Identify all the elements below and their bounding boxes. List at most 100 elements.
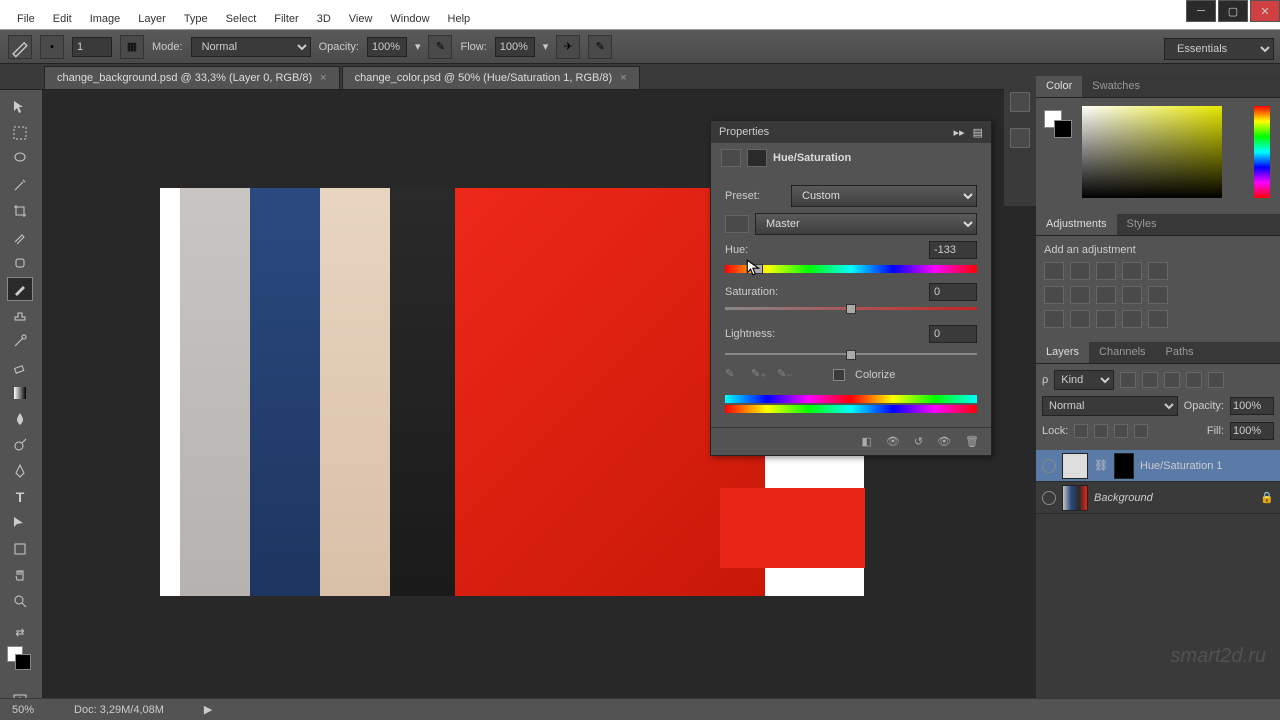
zoom-level[interactable]: 50% (12, 704, 34, 716)
flow-field[interactable] (495, 37, 535, 57)
shape-tool[interactable] (7, 537, 33, 561)
type-tool[interactable]: T (7, 485, 33, 509)
layer-row[interactable]: Background 🔒 (1036, 482, 1280, 514)
brightness-icon[interactable] (1044, 262, 1064, 280)
hue-sat-icon[interactable] (1044, 286, 1064, 304)
workspace-select[interactable]: Essentials (1164, 38, 1274, 60)
brush-panel-icon[interactable]: ▦ (120, 35, 144, 59)
invert-icon[interactable] (1044, 310, 1064, 328)
doc-tab-2[interactable]: change_color.psd @ 50% (Hue/Saturation 1… (342, 66, 640, 89)
saturation-slider[interactable] (725, 307, 977, 317)
threshold-icon[interactable] (1096, 310, 1116, 328)
wand-tool[interactable] (7, 173, 33, 197)
close-icon[interactable]: × (320, 72, 326, 84)
view-previous-icon[interactable]: 👁 (886, 435, 900, 448)
layer-name[interactable]: Background (1094, 492, 1153, 504)
path-tool[interactable] (7, 511, 33, 535)
eyedropper-tool[interactable] (7, 225, 33, 249)
toggle-visibility-icon[interactable]: 👁 (937, 435, 951, 448)
color-balance-icon[interactable] (1070, 286, 1090, 304)
airbrush-icon[interactable]: ✈ (556, 35, 580, 59)
brush-size-field[interactable] (72, 37, 112, 57)
vibrance-icon[interactable] (1148, 262, 1168, 280)
color-swatch[interactable] (1044, 110, 1072, 138)
channel-select[interactable]: Master (755, 213, 977, 235)
lock-all-icon[interactable] (1134, 424, 1148, 438)
blur-tool[interactable] (7, 407, 33, 431)
photo-filter-icon[interactable] (1122, 286, 1142, 304)
color-picker[interactable] (1082, 106, 1222, 198)
pressure-opacity-icon[interactable]: ✎ (428, 35, 452, 59)
eraser-tool[interactable] (7, 355, 33, 379)
status-arrow-icon[interactable]: ▶ (204, 703, 212, 716)
dodge-tool[interactable] (7, 433, 33, 457)
filter-adjust-icon[interactable] (1142, 372, 1158, 388)
doc-info[interactable]: Doc: 3,29M/4,08M (74, 704, 164, 716)
tab-styles[interactable]: Styles (1117, 214, 1167, 235)
filter-kind-select[interactable]: Kind (1054, 370, 1114, 390)
lock-transparency-icon[interactable] (1074, 424, 1088, 438)
mask-thumb[interactable] (1114, 453, 1134, 479)
opacity-field[interactable] (367, 37, 407, 57)
lightness-field[interactable] (929, 325, 977, 343)
maximize-button[interactable]: ▢ (1218, 0, 1248, 22)
eyedropper-icon[interactable]: ✎ (725, 367, 741, 383)
posterize-icon[interactable] (1070, 310, 1090, 328)
lightness-slider[interactable] (725, 349, 977, 359)
menu-window[interactable]: Window (381, 11, 438, 27)
tab-layers[interactable]: Layers (1036, 342, 1089, 363)
eyedropper-add-icon[interactable]: ✎₊ (751, 367, 767, 383)
visibility-icon[interactable] (1042, 459, 1056, 473)
clip-icon[interactable]: ◧ (861, 435, 871, 448)
menu-image[interactable]: Image (81, 11, 130, 27)
layer-opacity-field[interactable] (1230, 397, 1274, 415)
bw-icon[interactable] (1096, 286, 1116, 304)
exposure-icon[interactable] (1122, 262, 1142, 280)
menu-file[interactable]: File (8, 11, 44, 27)
close-icon[interactable]: × (620, 72, 626, 84)
pressure-size-icon[interactable]: ✎ (588, 35, 612, 59)
history-icon[interactable] (1010, 92, 1030, 112)
filter-type-icon[interactable] (1164, 372, 1180, 388)
tab-channels[interactable]: Channels (1089, 342, 1155, 363)
swap-colors-icon[interactable]: ⇄ (7, 620, 33, 644)
crop-tool[interactable] (7, 199, 33, 223)
menu-3d[interactable]: 3D (308, 11, 340, 27)
hue-field[interactable] (929, 241, 977, 259)
collapse-icon[interactable]: ▸▸ (954, 126, 965, 139)
close-button[interactable]: ✕ (1250, 0, 1280, 22)
hue-slider[interactable] (725, 265, 977, 275)
brush-tool[interactable] (7, 277, 33, 301)
tab-color[interactable]: Color (1036, 76, 1082, 97)
visibility-icon[interactable] (1042, 491, 1056, 505)
filter-smart-icon[interactable] (1208, 372, 1224, 388)
color-swatches[interactable] (7, 646, 33, 676)
filter-pixel-icon[interactable] (1120, 372, 1136, 388)
menu-type[interactable]: Type (175, 11, 217, 27)
menu-view[interactable]: View (340, 11, 382, 27)
reset-icon[interactable]: ↺ (914, 435, 923, 448)
minimize-button[interactable]: ─ (1186, 0, 1216, 22)
stamp-tool[interactable] (7, 303, 33, 327)
doc-tab-1[interactable]: change_background.psd @ 33,3% (Layer 0, … (44, 66, 340, 89)
tab-swatches[interactable]: Swatches (1082, 76, 1150, 97)
gradient-tool[interactable] (7, 381, 33, 405)
panel-menu-icon[interactable]: ▤ (973, 126, 983, 139)
layer-thumb[interactable] (1062, 453, 1088, 479)
menu-select[interactable]: Select (217, 11, 266, 27)
menu-edit[interactable]: Edit (44, 11, 81, 27)
selective-color-icon[interactable] (1148, 310, 1168, 328)
brush-options-icon[interactable]: • (40, 35, 64, 59)
hue-strip[interactable] (1254, 106, 1270, 198)
fill-field[interactable] (1230, 422, 1274, 440)
lock-position-icon[interactable] (1114, 424, 1128, 438)
saturation-field[interactable] (929, 283, 977, 301)
colorize-checkbox[interactable] (833, 369, 845, 381)
tab-adjustments[interactable]: Adjustments (1036, 214, 1117, 235)
info-icon[interactable] (1010, 128, 1030, 148)
blend-mode-select[interactable]: Normal (1042, 396, 1178, 416)
layer-thumb[interactable] (1062, 485, 1088, 511)
curves-icon[interactable] (1096, 262, 1116, 280)
filter-shape-icon[interactable] (1186, 372, 1202, 388)
history-brush-tool[interactable] (7, 329, 33, 353)
